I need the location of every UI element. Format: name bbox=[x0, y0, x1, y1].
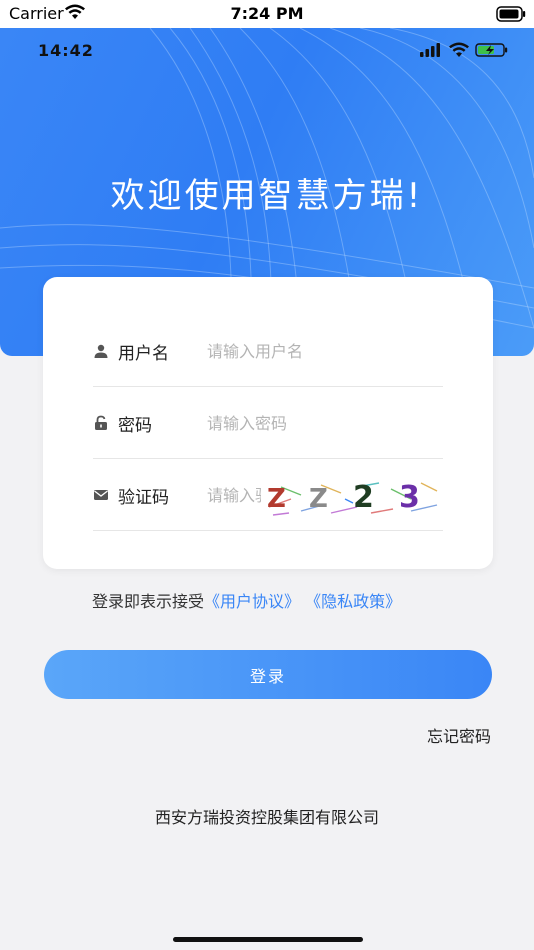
captcha-char: 2 bbox=[353, 480, 374, 515]
welcome-title: 欢迎使用智慧方瑞! bbox=[110, 176, 424, 216]
password-input[interactable] bbox=[207, 409, 427, 437]
home-indicator[interactable] bbox=[173, 937, 363, 942]
captcha-char: 3 bbox=[399, 480, 420, 515]
captcha-input[interactable] bbox=[207, 481, 263, 509]
wifi-icon bbox=[449, 42, 469, 57]
user-icon bbox=[93, 343, 109, 359]
password-label: 密码 bbox=[118, 416, 152, 436]
user-agreement-link[interactable]: 《用户协议》 bbox=[204, 592, 300, 611]
company-name: 西安方瑞投资控股集团有限公司 bbox=[154, 808, 379, 827]
captcha-image[interactable]: Z Z 2 3 bbox=[261, 477, 443, 517]
envelope-icon bbox=[93, 487, 109, 503]
app-status-icons bbox=[420, 42, 512, 62]
agreement-prefix: 登录即表示接受 bbox=[92, 592, 205, 611]
privacy-policy-link[interactable]: 《隐私政策》 bbox=[305, 592, 401, 611]
login-button[interactable]: 登录 bbox=[44, 650, 492, 699]
forgot-password-link[interactable]: 忘记密码 bbox=[427, 723, 491, 747]
battery-charging-icon bbox=[475, 43, 508, 57]
password-row: 密码 bbox=[93, 387, 443, 459]
username-label: 用户名 bbox=[118, 344, 169, 364]
captcha-char: Z bbox=[267, 484, 286, 514]
captcha-row: 验证码 Z Z 2 3 bbox=[93, 459, 443, 531]
battery-icon bbox=[496, 6, 526, 26]
login-card: 用户名 密码 验证码 bbox=[43, 277, 493, 569]
system-clock: 7:24 PM bbox=[230, 4, 304, 23]
lock-icon bbox=[93, 415, 109, 431]
signal-icon bbox=[420, 43, 440, 57]
captcha-char: Z bbox=[309, 484, 328, 514]
username-input[interactable] bbox=[207, 337, 427, 365]
username-row: 用户名 bbox=[93, 315, 443, 387]
captcha-label: 验证码 bbox=[118, 488, 169, 508]
agreement-text: 登录即表示接受《用户协议》 《隐私政策》 bbox=[92, 588, 401, 612]
app-clock: 14:42 bbox=[38, 41, 94, 60]
system-status-bar: Carrier 7:24 PM bbox=[0, 0, 534, 28]
